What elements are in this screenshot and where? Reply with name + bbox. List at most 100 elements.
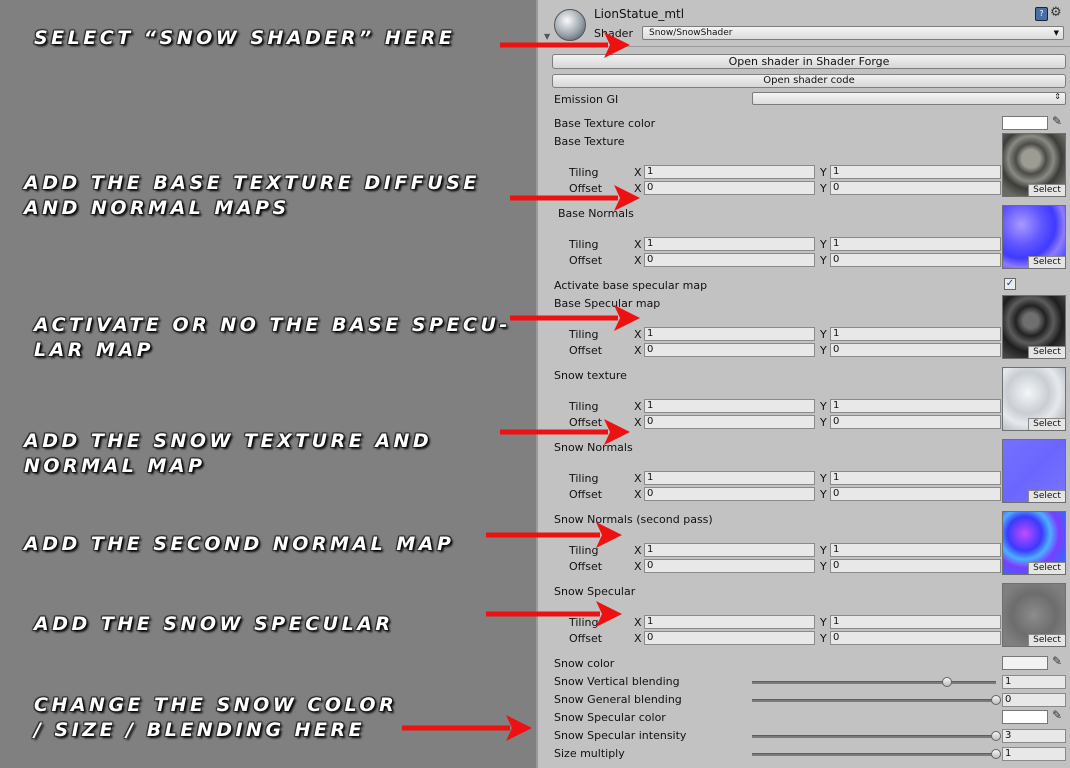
base-normals-offset-y[interactable]: 0 (830, 253, 1001, 267)
tiling-label: Tiling (569, 328, 599, 341)
book-help-icon[interactable]: ? (1035, 7, 1048, 21)
snow-color-swatch[interactable] (1002, 656, 1048, 670)
snow-specular-intensity-handle[interactable] (991, 731, 1001, 741)
snow-normals-second-pass-thumbnail[interactable]: Select (1002, 511, 1066, 575)
base-texture-offset-y[interactable]: 0 (830, 181, 1001, 195)
snow-general-blending-field[interactable]: 0 (1002, 693, 1066, 707)
note-snow-color: Change the snow color / size / blending … (34, 694, 398, 741)
offset-label: Offset (569, 560, 603, 573)
x-label: X (634, 238, 642, 251)
offset-label: Offset (569, 182, 603, 195)
snow-normals-second-pass-tiling-y[interactable]: 1 (830, 543, 1001, 557)
open-shader-forge-button[interactable]: Open shader in Shader Forge (552, 54, 1066, 69)
select-button[interactable]: Select (1028, 184, 1065, 196)
base-specular-map-tiling-x[interactable]: 1 (644, 327, 815, 341)
snow-texture-offset-y[interactable]: 0 (830, 415, 1001, 429)
snow-normals-second-pass-label: Snow Normals (second pass) (554, 513, 713, 526)
size-multiply-field[interactable]: 1 (1002, 747, 1066, 761)
snow-normals-thumbnail[interactable]: Select (1002, 439, 1066, 503)
select-button[interactable]: Select (1028, 346, 1065, 358)
select-button[interactable]: Select (1028, 256, 1065, 268)
snow-normals-offset-y[interactable]: 0 (830, 487, 1001, 501)
annotation-panel: Select “Snow Shader” here Add the base t… (0, 0, 536, 768)
snow-normals-label: Snow Normals (554, 441, 633, 454)
snow-texture-tiling-y[interactable]: 1 (830, 399, 1001, 413)
eyedropper-icon[interactable]: ✎ (1052, 654, 1062, 668)
base-texture-offset-x[interactable]: 0 (644, 181, 815, 195)
foldout-arrow-icon[interactable]: ▼ (544, 32, 550, 41)
activate-specular-checkbox[interactable]: ✓ (1004, 278, 1016, 290)
offset-label: Offset (569, 488, 603, 501)
snow-specular-tiling-y[interactable]: 1 (830, 615, 1001, 629)
x-label: X (634, 182, 642, 195)
snow-vertical-blending-label: Snow Vertical blending (554, 675, 680, 688)
base-normals-tiling-x[interactable]: 1 (644, 237, 815, 251)
eyedropper-icon[interactable]: ✎ (1052, 708, 1062, 722)
material-preview-icon (554, 9, 586, 41)
snow-texture-label: Snow texture (554, 369, 627, 382)
snow-normals-tiling-x[interactable]: 1 (644, 471, 815, 485)
note-select-shader: Select “Snow Shader” here (34, 27, 456, 49)
open-shader-code-button[interactable]: Open shader code (552, 74, 1066, 88)
snow-normals-tiling-y[interactable]: 1 (830, 471, 1001, 485)
y-label: Y (820, 616, 827, 629)
select-button[interactable]: Select (1028, 562, 1065, 574)
base-specular-map-thumbnail[interactable]: Select (1002, 295, 1066, 359)
snow-specular-intensity-field[interactable]: 3 (1002, 729, 1066, 743)
base-specular-map-tiling-y[interactable]: 1 (830, 327, 1001, 341)
base-texture-thumbnail[interactable]: Select (1002, 133, 1066, 197)
snow-specular-color-swatch[interactable] (1002, 710, 1048, 724)
snow-specular-tiling-x[interactable]: 1 (644, 615, 815, 629)
x-label: X (634, 416, 642, 429)
base-normals-tiling-y[interactable]: 1 (830, 237, 1001, 251)
base-texture-color-label: Base Texture color (554, 117, 656, 130)
offset-label: Offset (569, 632, 603, 645)
snow-normals-second-pass-offset-x[interactable]: 0 (644, 559, 815, 573)
y-label: Y (820, 416, 827, 429)
material-inspector: ▼ LionStatue_mtl ? ⚙ Shader Snow/SnowSha… (536, 0, 1070, 768)
base-specular-map-offset-y[interactable]: 0 (830, 343, 1001, 357)
shader-label: Shader (594, 27, 633, 40)
base-normals-thumbnail[interactable]: Select (1002, 205, 1066, 269)
snow-normals-offset-x[interactable]: 0 (644, 487, 815, 501)
chevron-down-icon: ▼ (1053, 29, 1059, 37)
snow-normals-second-pass-tiling-x[interactable]: 1 (644, 543, 815, 557)
gear-icon[interactable]: ⚙ (1050, 5, 1062, 20)
snow-vertical-blending-handle[interactable] (942, 677, 953, 687)
snow-color-label: Snow color (554, 657, 615, 670)
snow-specular-thumbnail[interactable]: Select (1002, 583, 1066, 647)
select-button[interactable]: Select (1028, 418, 1065, 430)
x-label: X (634, 544, 642, 557)
base-texture-tiling-y[interactable]: 1 (830, 165, 1001, 179)
tiling-label: Tiling (569, 472, 599, 485)
snow-specular-offset-y[interactable]: 0 (830, 631, 1001, 645)
snow-texture-offset-x[interactable]: 0 (644, 415, 815, 429)
eyedropper-icon[interactable]: ✎ (1052, 114, 1062, 128)
select-button[interactable]: Select (1028, 490, 1065, 502)
size-multiply-handle[interactable] (991, 749, 1001, 759)
emission-gi-dropdown[interactable]: ⇕ (752, 92, 1066, 105)
select-button[interactable]: Select (1028, 634, 1065, 646)
x-label: X (634, 344, 642, 357)
base-normals-label: Base Normals (558, 207, 634, 220)
x-label: X (634, 632, 642, 645)
base-specular-map-offset-x[interactable]: 0 (644, 343, 815, 357)
snow-specular-intensity-track[interactable] (752, 735, 996, 738)
snow-vertical-blending-field[interactable]: 1 (1002, 675, 1066, 689)
base-texture-tiling-x[interactable]: 1 (644, 165, 815, 179)
snow-general-blending-track[interactable] (752, 699, 996, 702)
snow-normals-second-pass-offset-y[interactable]: 0 (830, 559, 1001, 573)
shader-dropdown[interactable]: Snow/SnowShader ▼ (642, 26, 1064, 40)
y-label: Y (820, 166, 827, 179)
snow-specular-offset-x[interactable]: 0 (644, 631, 815, 645)
snow-texture-thumbnail[interactable]: Select (1002, 367, 1066, 431)
size-multiply-track[interactable] (752, 753, 996, 756)
base-normals-offset-x[interactable]: 0 (644, 253, 815, 267)
snow-vertical-blending-track[interactable] (752, 681, 996, 684)
x-label: X (634, 166, 642, 179)
offset-label: Offset (569, 254, 603, 267)
snow-general-blending-handle[interactable] (991, 695, 1001, 705)
snow-texture-tiling-x[interactable]: 1 (644, 399, 815, 413)
x-label: X (634, 560, 642, 573)
base-texture-color-swatch[interactable] (1002, 116, 1048, 130)
